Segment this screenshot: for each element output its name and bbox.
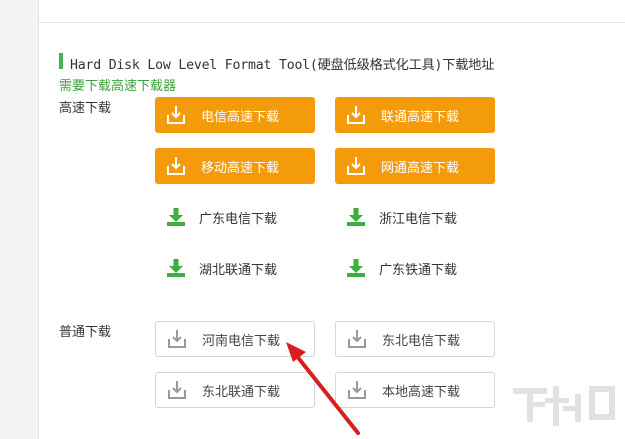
red-arrow-annotation [286, 342, 360, 435]
watermark-logo [513, 386, 615, 426]
